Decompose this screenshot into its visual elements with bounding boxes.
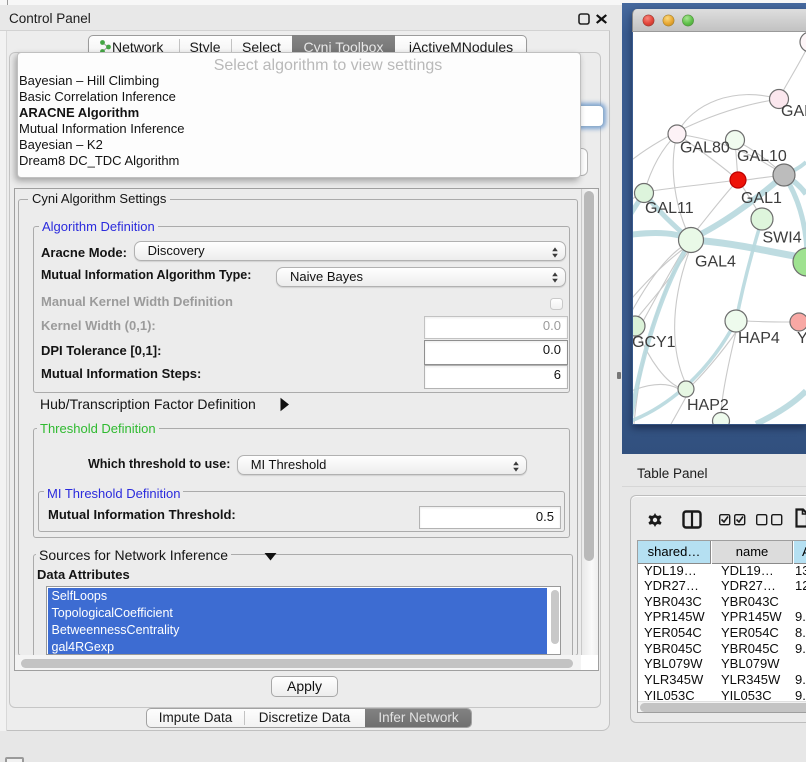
svg-text:GAL80: GAL80 — [680, 140, 730, 157]
svg-text:HAP2: HAP2 — [687, 397, 729, 414]
svg-text:GCY1: GCY1 — [633, 334, 676, 351]
svg-text:GAL1: GAL1 — [741, 190, 782, 207]
svg-text:GAL11: GAL11 — [645, 200, 694, 217]
svg-text:GAL4: GAL4 — [695, 254, 736, 271]
svg-text:HAP4: HAP4 — [738, 330, 780, 347]
svg-text:SWI4: SWI4 — [763, 230, 802, 247]
svg-text:Y: Y — [797, 330, 806, 347]
svg-text:GAL7: GAL7 — [781, 103, 806, 120]
svg-text:GAL10: GAL10 — [737, 148, 787, 165]
